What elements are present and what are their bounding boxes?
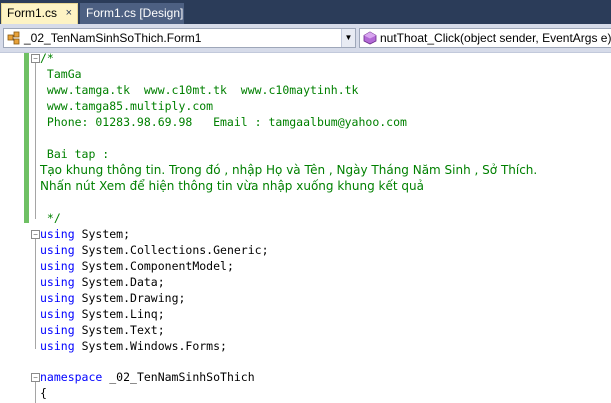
code-editor[interactable]: − /* TamGa www.tamga.tk www.c10mt.tk www… <box>0 53 611 403</box>
method-icon <box>363 31 377 45</box>
code-line: www.tamga.tk www.c10mt.tk www.c10maytinh… <box>40 83 359 97</box>
using-keyword: using <box>40 275 75 289</box>
member-dropdown-value: nutThoat_Click(object sender, EventArgs … <box>380 31 611 45</box>
namespace-line: namespace _02_TenNamSinhSoThich <box>40 369 255 385</box>
using-line: using System.Text; <box>40 322 165 338</box>
code-line: { <box>40 386 47 400</box>
member-dropdown[interactable]: nutThoat_Click(object sender, EventArgs … <box>359 28 611 48</box>
code-line: Bai tap : <box>40 147 110 161</box>
code-line: www.tamga85.multiply.com <box>40 99 214 113</box>
using-namespace: System.Drawing; <box>81 291 186 305</box>
using-keyword: using <box>40 243 75 257</box>
namespace-name: _02_TenNamSinhSoThich <box>109 370 255 384</box>
fold-guide <box>35 239 36 349</box>
document-tab-strip: Form1.cs × Form1.cs [Design] <box>0 0 611 24</box>
using-line: using System.Linq; <box>40 306 165 322</box>
using-namespace: System.Text; <box>81 323 165 337</box>
using-namespace: System.Data; <box>81 275 165 289</box>
chevron-down-icon[interactable]: ▼ <box>341 29 355 47</box>
tab-form1-design[interactable]: Form1.cs [Design] <box>80 3 184 24</box>
using-line: using System.ComponentModel; <box>40 258 234 274</box>
using-keyword: using <box>40 339 75 353</box>
code-line: Tạo khung thông tin. Trong đó , nhập Họ … <box>40 163 538 177</box>
using-namespace: System.Collections.Generic; <box>81 243 269 257</box>
fold-guide <box>35 63 36 219</box>
collapse-usings-icon[interactable]: − <box>31 230 40 239</box>
using-keyword: using <box>40 259 75 273</box>
code-line: /* <box>40 53 54 65</box>
collapse-comment-icon[interactable]: − <box>31 54 40 63</box>
using-namespace: System; <box>81 227 131 241</box>
using-line: using System; <box>40 226 130 242</box>
using-line: using System.Data; <box>40 274 165 290</box>
navigation-bar: _02_TenNamSinhSoThich.Form1 ▼ nutThoat_C… <box>0 24 611 53</box>
tab-label: Form1.cs <box>7 6 58 20</box>
close-icon[interactable]: × <box>66 4 72 23</box>
using-keyword: using <box>40 291 75 305</box>
tab-label: Form1.cs [Design] <box>86 6 184 20</box>
using-line: using System.Collections.Generic; <box>40 242 269 258</box>
using-line: using System.Windows.Forms; <box>40 338 227 354</box>
fold-guide <box>35 382 36 403</box>
using-namespace: System.Linq; <box>81 307 165 321</box>
tab-form1-cs[interactable]: Form1.cs × <box>1 3 78 24</box>
using-keyword: using <box>40 307 75 321</box>
code-line: Phone: 01283.98.69.98 Email : tamgaalbum… <box>40 115 407 129</box>
using-keyword: using <box>40 227 75 241</box>
class-icon <box>7 31 20 45</box>
collapse-namespace-icon[interactable]: − <box>31 373 40 382</box>
using-keyword: using <box>40 323 75 337</box>
code-line: TamGa <box>40 67 82 81</box>
code-line: Nhấn nút Xem để hiện thông tin vừa nhập … <box>40 179 424 193</box>
code-line: */ <box>40 211 61 225</box>
using-namespace: System.ComponentModel; <box>81 259 234 273</box>
using-line: using System.Drawing; <box>40 290 185 306</box>
using-namespace: System.Windows.Forms; <box>81 339 227 353</box>
namespace-keyword: namespace <box>40 370 103 384</box>
class-dropdown-value: _02_TenNamSinhSoThich.Form1 <box>24 31 202 45</box>
change-tracking-bar <box>24 53 29 223</box>
class-dropdown[interactable]: _02_TenNamSinhSoThich.Form1 ▼ <box>3 28 356 48</box>
